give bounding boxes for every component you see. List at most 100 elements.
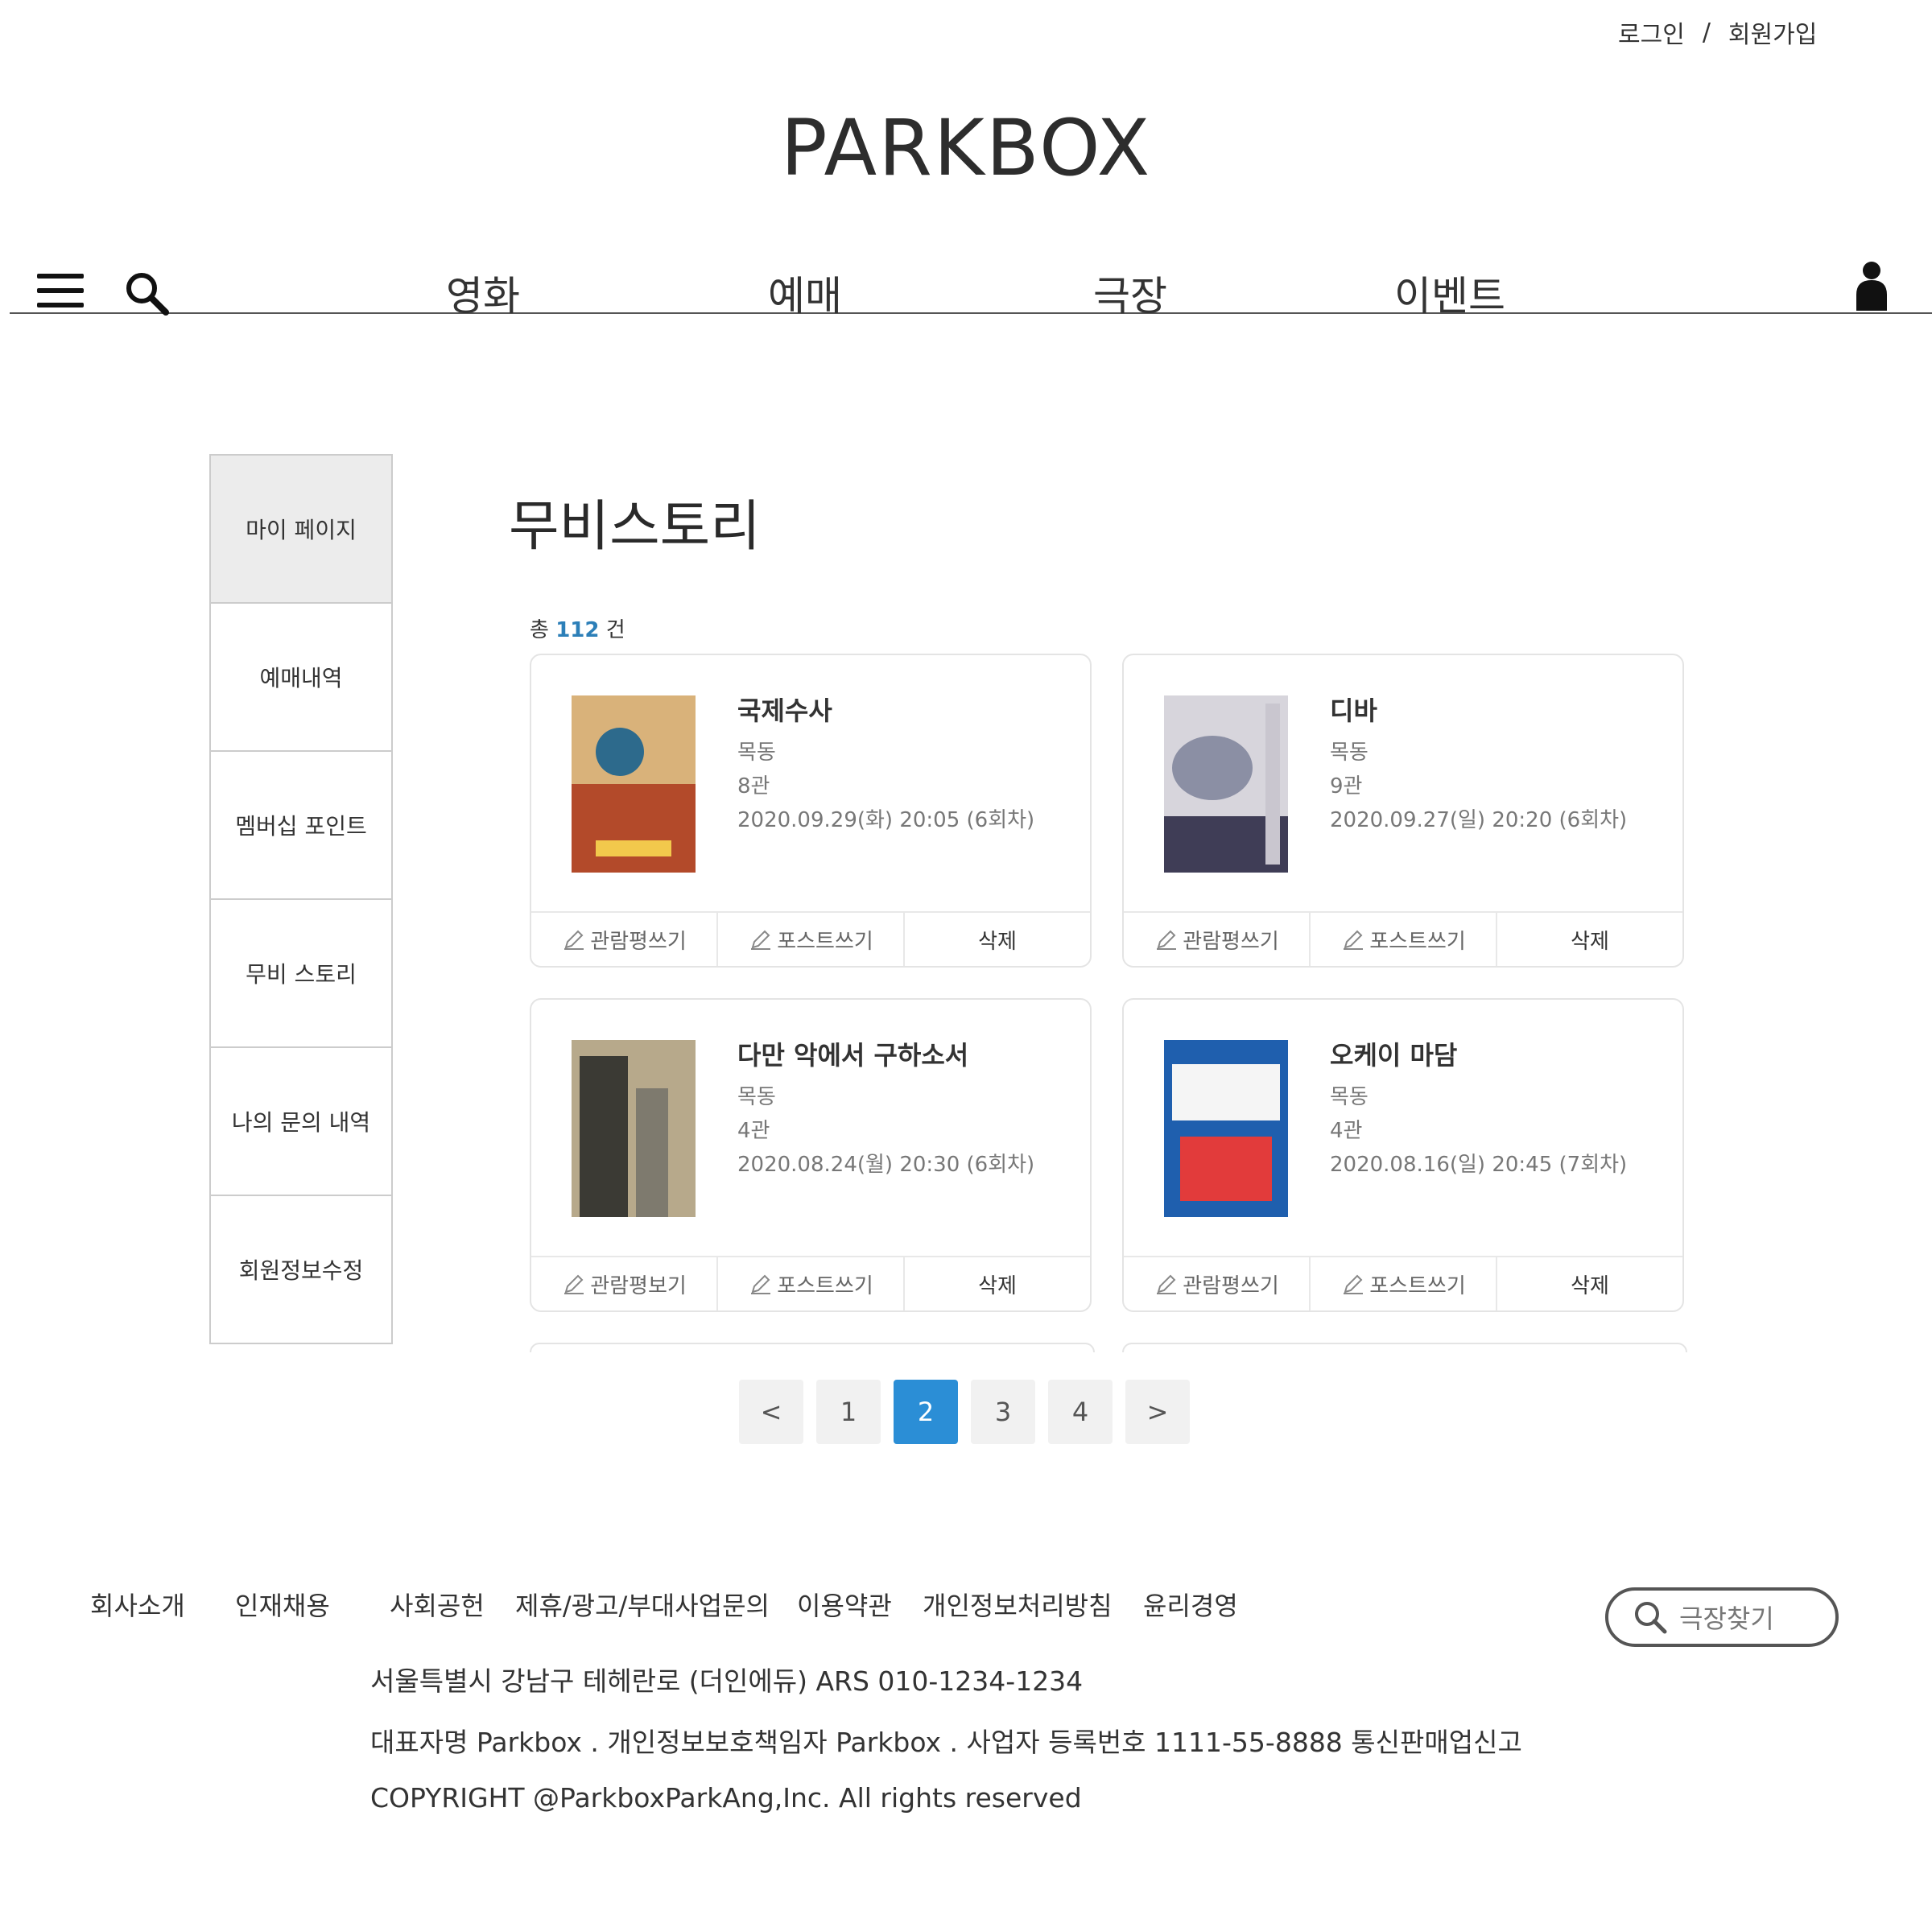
screen-hall: 4관: [1330, 1119, 1363, 1143]
action-label: 포스트쓰기: [1369, 929, 1466, 954]
main-nav: 영화 예매 극장 이벤트: [10, 258, 1932, 320]
write-post-button[interactable]: 포스트쓰기: [1311, 1257, 1497, 1310]
view-review-button[interactable]: 관람평보기: [531, 1257, 718, 1310]
search-icon: [1635, 1602, 1667, 1634]
card-actions: 관람평쓰기 포스트쓰기 삭제: [531, 911, 1090, 966]
page-3[interactable]: 3: [971, 1380, 1035, 1444]
hamburger-menu-icon[interactable]: [37, 274, 85, 311]
show-datetime: 2020.08.16(일) 20:45 (7회차): [1330, 1153, 1628, 1177]
movie-title: 다만 악에서 구하소서: [737, 1040, 969, 1071]
delete-button[interactable]: 삭제: [905, 1257, 1090, 1310]
action-label: 관람평쓰기: [1183, 1273, 1279, 1298]
card-peek: [1122, 1343, 1687, 1352]
screen-hall: 8관: [737, 774, 770, 799]
write-post-button[interactable]: 포스트쓰기: [718, 1257, 905, 1310]
pencil-icon: [564, 930, 584, 950]
delete-button[interactable]: 삭제: [905, 913, 1090, 966]
movie-story-card: 국제수사 목동 8관 2020.09.29(화) 20:05 (6회차) 관람평…: [530, 654, 1092, 968]
movie-poster[interactable]: [1164, 1040, 1288, 1217]
show-datetime: 2020.08.24(월) 20:30 (6회차): [737, 1153, 1035, 1177]
show-datetime: 2020.09.29(화) 20:05 (6회차): [737, 808, 1035, 832]
action-label: 포스트쓰기: [777, 1273, 873, 1298]
theater-location: 목동: [1330, 1085, 1368, 1109]
show-datetime: 2020.09.27(일) 20:20 (6회차): [1330, 808, 1628, 832]
write-post-button[interactable]: 포스트쓰기: [718, 913, 905, 966]
write-review-button[interactable]: 관람평쓰기: [1124, 913, 1311, 966]
side-item-edit-profile[interactable]: 회원정보수정: [211, 1196, 391, 1343]
page-2[interactable]: 2: [894, 1380, 958, 1444]
action-label: 관람평쓰기: [1183, 929, 1279, 954]
side-item-my-inquiries[interactable]: 나의 문의 내역: [211, 1048, 391, 1196]
pagination: < 1 2 3 4 >: [739, 1380, 1190, 1444]
movie-title: 국제수사: [737, 695, 832, 726]
count-suffix: 건: [605, 618, 625, 642]
card-actions: 관람평보기 포스트쓰기 삭제: [531, 1256, 1090, 1310]
write-post-button[interactable]: 포스트쓰기: [1311, 913, 1497, 966]
side-item-mypage[interactable]: 마이 페이지: [211, 456, 391, 604]
movie-story-card: 디바 목동 9관 2020.09.27(일) 20:20 (6회차) 관람평쓰기…: [1122, 654, 1684, 968]
theater-location: 목동: [737, 1085, 776, 1109]
theater-search-button[interactable]: 극장찾기: [1605, 1587, 1839, 1647]
pencil-icon: [1157, 930, 1177, 950]
footer-address: 서울특별시 강남구 테헤란로 (더인에듀) ARS 010-1234-1234: [370, 1665, 1084, 1697]
signup-link[interactable]: 회원가입: [1728, 14, 1817, 50]
footer-copyright: COPYRIGHT @ParkboxParkAng,Inc. All right…: [370, 1782, 1082, 1814]
page-title: 무비스토리: [509, 495, 761, 559]
screen-hall: 4관: [737, 1119, 770, 1143]
write-review-button[interactable]: 관람평쓰기: [531, 913, 718, 966]
theater-search-label: 극장찾기: [1679, 1603, 1774, 1634]
side-item-membership-points[interactable]: 멤버십 포인트: [211, 752, 391, 900]
footer-link-privacy[interactable]: 개인정보처리방침: [923, 1586, 1113, 1623]
nav-movie[interactable]: 영화: [446, 264, 520, 322]
movie-title: 오케이 마담: [1330, 1040, 1458, 1071]
footer-link-ethics[interactable]: 윤리경영: [1143, 1586, 1238, 1623]
movie-poster[interactable]: [572, 695, 696, 873]
screen-hall: 9관: [1330, 774, 1363, 799]
movie-poster[interactable]: [1164, 695, 1288, 873]
page-4[interactable]: 4: [1048, 1380, 1113, 1444]
action-label: 포스트쓰기: [1369, 1273, 1466, 1298]
pencil-icon: [1344, 1274, 1364, 1294]
footer-link-company[interactable]: 회사소개: [90, 1586, 185, 1623]
movie-title: 디바: [1330, 695, 1377, 726]
card-actions: 관람평쓰기 포스트쓰기 삭제: [1124, 1256, 1682, 1310]
movie-story-card: 다만 악에서 구하소서 목동 4관 2020.08.24(월) 20:30 (6…: [530, 998, 1092, 1312]
site-logo[interactable]: PARKBOX: [0, 103, 1932, 193]
action-label: 관람평보기: [590, 1273, 687, 1298]
movie-poster[interactable]: [572, 1040, 696, 1217]
nav-ticketing[interactable]: 예매: [768, 264, 842, 322]
theater-location: 목동: [737, 741, 776, 765]
write-review-button[interactable]: 관람평쓰기: [1124, 1257, 1311, 1310]
search-icon[interactable]: [122, 269, 171, 317]
top-links: 로그인 / 회원가입: [1618, 14, 1817, 50]
movie-story-card: 오케이 마담 목동 4관 2020.08.16(일) 20:45 (7회차) 관…: [1122, 998, 1684, 1312]
delete-button[interactable]: 삭제: [1497, 1257, 1682, 1310]
footer-link-terms[interactable]: 이용약관: [797, 1586, 892, 1623]
pagination-prev[interactable]: <: [739, 1380, 803, 1444]
login-link[interactable]: 로그인: [1618, 14, 1685, 50]
pencil-icon: [564, 1274, 584, 1294]
nav-theater[interactable]: 극장: [1093, 264, 1167, 322]
top-links-separator: /: [1702, 18, 1711, 47]
side-item-movie-story[interactable]: 무비 스토리: [211, 900, 391, 1048]
user-icon[interactable]: [1853, 261, 1890, 311]
mypage-side-menu: 마이 페이지 예매내역 멤버십 포인트 무비 스토리 나의 문의 내역 회원정보…: [209, 454, 393, 1344]
page-1[interactable]: 1: [816, 1380, 881, 1444]
footer-link-social[interactable]: 사회공헌: [390, 1586, 485, 1623]
footer-link-careers[interactable]: 인재채용: [235, 1586, 330, 1623]
delete-button[interactable]: 삭제: [1497, 913, 1682, 966]
pagination-next[interactable]: >: [1125, 1380, 1190, 1444]
footer-link-partnership[interactable]: 제휴/광고/부대사업문의: [515, 1586, 770, 1623]
pencil-icon: [1344, 930, 1364, 950]
action-label: 포스트쓰기: [777, 929, 873, 954]
side-item-reservations[interactable]: 예매내역: [211, 604, 391, 752]
pencil-icon: [751, 930, 771, 950]
nav-event[interactable]: 이벤트: [1394, 264, 1505, 322]
action-label: 관람평쓰기: [590, 929, 687, 954]
pencil-icon: [751, 1274, 771, 1294]
count-prefix: 총: [530, 618, 549, 642]
total-count: 총 112 건: [530, 613, 625, 643]
pencil-icon: [1157, 1274, 1177, 1294]
card-peek: [530, 1343, 1095, 1352]
theater-location: 목동: [1330, 741, 1368, 765]
